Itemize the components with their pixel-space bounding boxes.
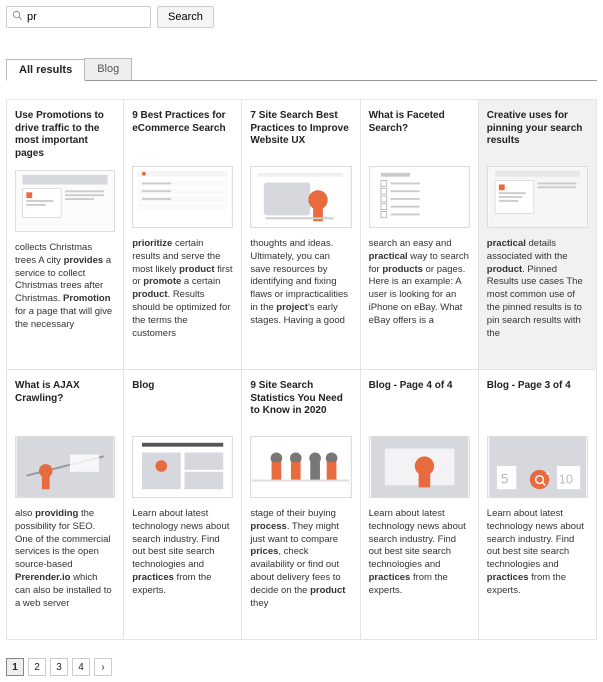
page-1[interactable]: 1: [6, 658, 24, 676]
result-title: What is Faceted Search?: [369, 110, 470, 156]
result-snippet: practical details associated with the pr…: [487, 238, 588, 341]
result-title: Blog - Page 3 of 4: [487, 380, 588, 426]
result-card[interactable]: Creative uses for pinning your search re…: [479, 100, 597, 370]
result-snippet: prioritize certain results and serve the…: [132, 238, 233, 341]
pagination: 1234›: [6, 658, 597, 676]
result-title: 9 Site Search Statistics You Need to Kno…: [250, 380, 351, 426]
result-thumbnail: [15, 170, 115, 232]
result-title: 7 Site Search Best Practices to Improve …: [250, 110, 351, 156]
result-snippet: thoughts and ideas. Ultimately, you can …: [250, 238, 351, 328]
result-title: Use Promotions to drive traffic to the m…: [15, 110, 115, 160]
result-title: 9 Best Practices for eCommerce Search: [132, 110, 233, 156]
result-card[interactable]: Blog Learn about latest technology news a…: [124, 370, 242, 640]
result-snippet: Learn about latest technology news about…: [487, 508, 588, 598]
result-snippet: Learn about latest technology news about…: [369, 508, 470, 598]
result-card[interactable]: 7 Site Search Best Practices to Improve …: [242, 100, 360, 370]
result-thumbnail: [487, 166, 588, 228]
svg-text:5: 5: [501, 471, 509, 486]
tab-all-results[interactable]: All results: [6, 59, 85, 81]
result-thumbnail: [132, 436, 233, 498]
result-title: Creative uses for pinning your search re…: [487, 110, 588, 156]
result-card[interactable]: Blog - Page 4 of 4 Learn about latest tec…: [361, 370, 479, 640]
result-title: What is AJAX Crawling?: [15, 380, 115, 426]
result-thumbnail: [250, 436, 351, 498]
result-snippet: also providing the possibility for SEO. …: [15, 508, 115, 611]
result-card[interactable]: 9 Best Practices for eCommerce Search pri…: [124, 100, 242, 370]
result-card[interactable]: 9 Site Search Statistics You Need to Kno…: [242, 370, 360, 640]
search-button[interactable]: Search: [157, 6, 214, 28]
result-thumbnail: [132, 166, 233, 228]
result-thumbnail: [369, 436, 470, 498]
result-card[interactable]: Use Promotions to drive traffic to the m…: [6, 100, 124, 370]
search-bar: Search: [6, 6, 597, 28]
tab-blog[interactable]: Blog: [84, 58, 132, 80]
page-2[interactable]: 2: [28, 658, 46, 676]
svg-text:10: 10: [559, 472, 573, 486]
result-thumbnail: [15, 436, 115, 498]
result-title: Blog - Page 4 of 4: [369, 380, 470, 426]
page-next[interactable]: ›: [94, 658, 112, 676]
result-card[interactable]: What is AJAX Crawling? also providing the…: [6, 370, 124, 640]
results-grid: Use Promotions to drive traffic to the m…: [6, 99, 597, 640]
search-input[interactable]: [6, 6, 151, 28]
result-snippet: Learn about latest technology news about…: [132, 508, 233, 598]
page-3[interactable]: 3: [50, 658, 68, 676]
result-title: Blog: [132, 380, 233, 426]
result-card[interactable]: Blog - Page 3 of 4 5 10 + Learn about latest…: [479, 370, 597, 640]
result-card[interactable]: What is Faceted Search? search an easy an…: [361, 100, 479, 370]
result-thumbnail: [369, 166, 470, 228]
svg-text:+: +: [545, 469, 550, 478]
result-snippet: collects Christmas trees A city provides…: [15, 242, 115, 332]
result-thumbnail: 5 10 +: [487, 436, 588, 498]
result-snippet: search an easy and practical way to sear…: [369, 238, 470, 328]
result-snippet: stage of their buying process. They migh…: [250, 508, 351, 611]
result-thumbnail: [250, 166, 351, 228]
result-tabs: All results Blog: [6, 58, 597, 81]
page-4[interactable]: 4: [72, 658, 90, 676]
